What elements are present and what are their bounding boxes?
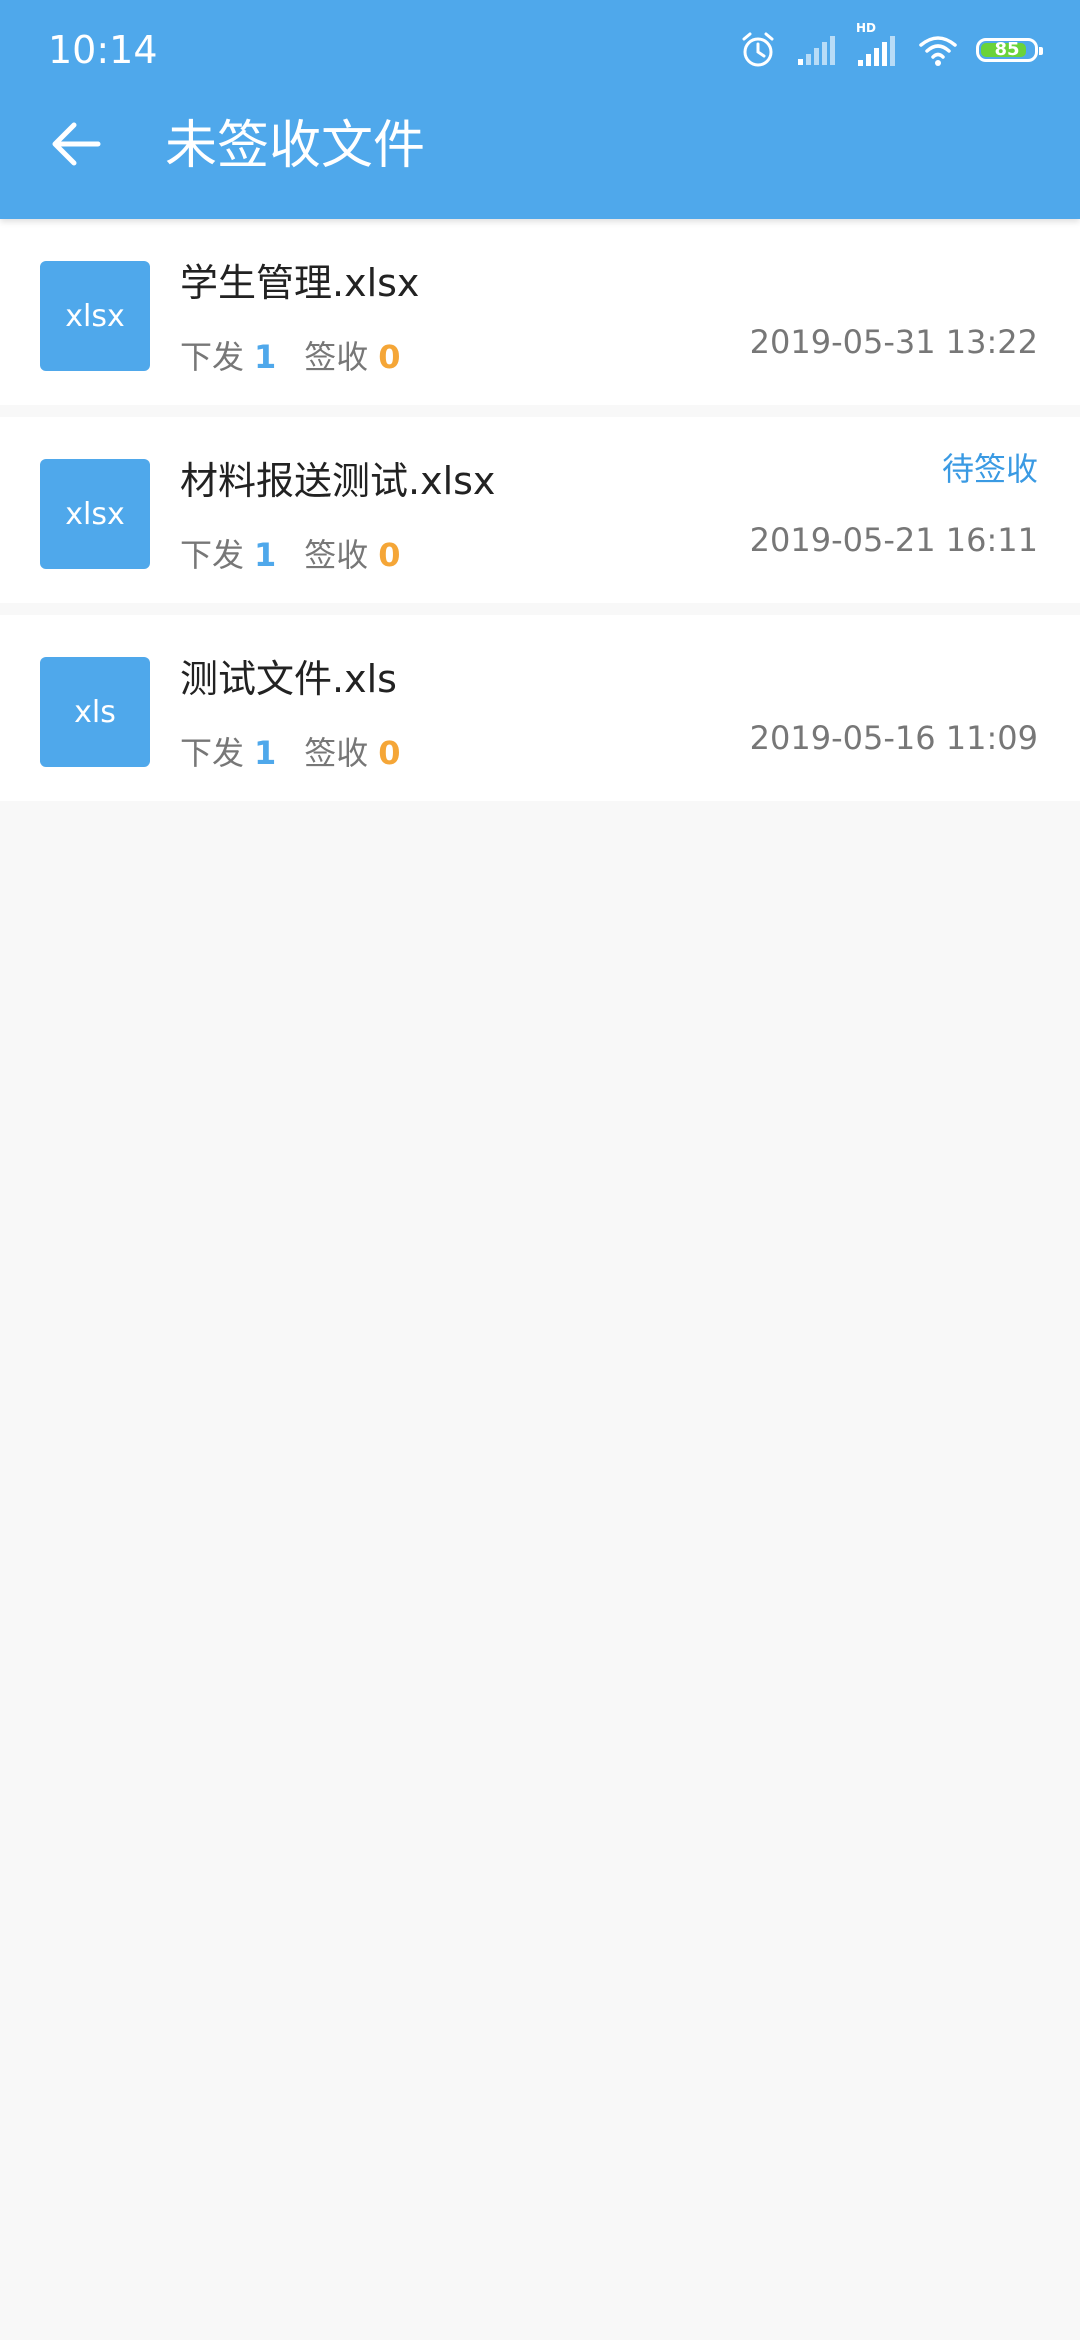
file-row[interactable]: xlsx 材料报送测试.xlsx 下发 1 签收 0 待签收 2019-05-21 1… — [0, 417, 1080, 603]
file-counts: 下发 1 签收 0 — [180, 335, 401, 379]
file-counts: 下发 1 签收 0 — [180, 731, 401, 775]
distribute-label: 下发 — [180, 734, 245, 772]
sign-count: 0 — [378, 734, 401, 772]
arrow-left-icon — [50, 121, 102, 171]
file-date: 2019-05-21 16:11 — [749, 521, 1038, 559]
file-row[interactable]: xls 测试文件.xls 下发 1 签收 0 2019-05-16 11:09 — [0, 615, 1080, 801]
pending-sign-status: 待签收 — [941, 450, 1038, 488]
hd-label: HD — [856, 21, 877, 35]
battery-level: 85 — [994, 39, 1020, 60]
page-title: 未签收文件 — [165, 116, 426, 176]
wifi-icon — [918, 33, 958, 67]
cellular-signal-weak-icon — [796, 33, 838, 67]
file-type-icon: xlsx — [40, 459, 150, 569]
status-icons: HD 85 — [738, 22, 1043, 72]
back-button[interactable] — [38, 108, 114, 184]
file-counts: 下发 1 签收 0 — [180, 533, 401, 577]
file-name: 学生管理.xlsx — [180, 261, 420, 305]
file-list: xlsx 学生管理.xlsx 下发 1 签收 0 2019-05-31 13:22 x… — [0, 219, 1080, 813]
cellular-signal-hd-icon: HD — [856, 22, 900, 68]
status-time: 10:14 — [48, 28, 158, 72]
distribute-label: 下发 — [180, 338, 245, 376]
distribute-label: 下发 — [180, 536, 245, 574]
alarm-clock-icon — [738, 30, 778, 70]
distribute-count: 1 — [254, 734, 277, 772]
sign-count: 0 — [378, 338, 401, 376]
file-name: 测试文件.xls — [180, 657, 397, 701]
sign-count: 0 — [378, 536, 401, 574]
file-type-icon: xls — [40, 657, 150, 767]
app-bar: 10:14 HD 85 未签收文件 — [0, 0, 1080, 219]
file-date: 2019-05-31 13:22 — [749, 323, 1038, 361]
sign-label: 签收 — [304, 536, 369, 574]
battery-icon: 85 — [976, 38, 1043, 62]
sign-label: 签收 — [304, 734, 369, 772]
distribute-count: 1 — [254, 338, 277, 376]
distribute-count: 1 — [254, 536, 277, 574]
sign-label: 签收 — [304, 338, 369, 376]
file-date: 2019-05-16 11:09 — [749, 719, 1038, 757]
file-name: 材料报送测试.xlsx — [180, 459, 496, 503]
file-row[interactable]: xlsx 学生管理.xlsx 下发 1 签收 0 2019-05-31 13:22 — [0, 219, 1080, 405]
file-type-icon: xlsx — [40, 261, 150, 371]
